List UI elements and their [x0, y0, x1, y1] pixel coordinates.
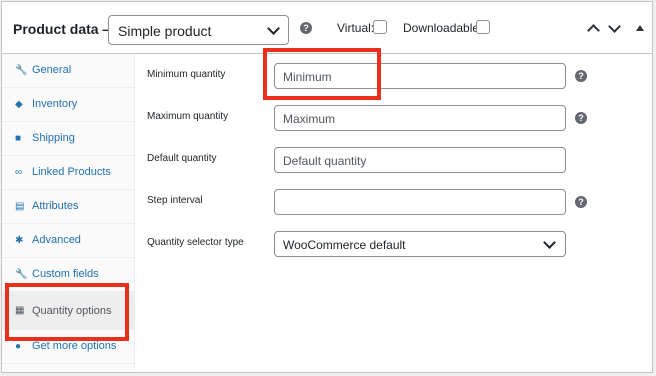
- maximum-quantity-input[interactable]: Maximum: [274, 105, 566, 131]
- tab-label: Custom fields: [32, 268, 99, 280]
- default-quantity-input[interactable]: Default quantity: [274, 147, 566, 173]
- default-quantity-label: Default quantity: [147, 153, 217, 164]
- downloadable-label: Downloadable:: [403, 21, 483, 35]
- tab-label: Attributes: [32, 200, 79, 212]
- tab-advanced[interactable]: ✱ Advanced: [2, 224, 134, 258]
- tab-general[interactable]: 🔧 General: [2, 54, 134, 88]
- default-quantity-placeholder: Default quantity: [283, 154, 367, 168]
- move-up-button[interactable]: [585, 21, 601, 37]
- minimum-quantity-label: Minimum quantity: [147, 69, 226, 80]
- quantity-selector-type-label: Quantity selector type: [147, 237, 244, 248]
- wrench-icon: 🔧: [15, 65, 28, 76]
- highlight-box-quantity-options: [5, 283, 129, 341]
- tab-label: General: [32, 64, 72, 76]
- chevron-down-icon: [543, 236, 556, 249]
- chevron-up-icon: [587, 24, 600, 37]
- step-interval-input[interactable]: [274, 189, 566, 215]
- truck-icon: ■: [15, 133, 22, 144]
- tag-icon: ◆: [15, 99, 23, 110]
- product-type-help-icon[interactable]: ?: [300, 22, 312, 34]
- link-icon: ∞: [15, 167, 23, 178]
- step-help-icon[interactable]: ?: [575, 196, 587, 208]
- tab-label: Inventory: [32, 98, 78, 110]
- chevron-down-icon: [267, 22, 280, 35]
- product-data-title: Product data —: [13, 21, 117, 37]
- wrench-icon: 🔧: [15, 269, 28, 280]
- tab-linked-products[interactable]: ∞ Linked Products: [2, 156, 134, 190]
- maximum-quantity-label: Maximum quantity: [147, 111, 229, 122]
- downloadable-checkbox[interactable]: [476, 20, 490, 34]
- tab-attributes[interactable]: ▤ Attributes: [2, 190, 134, 224]
- maximum-quantity-placeholder: Maximum: [283, 112, 336, 126]
- virtual-checkbox[interactable]: [373, 20, 387, 34]
- collapse-toggle-icon[interactable]: [636, 25, 644, 31]
- minimum-help-icon[interactable]: ?: [575, 70, 587, 82]
- tab-label: Advanced: [32, 234, 81, 246]
- highlight-box-minimum: [263, 48, 381, 100]
- product-data-header: Product data — Simple product ? Virtual:…: [2, 2, 652, 54]
- product-type-value: Simple product: [118, 23, 212, 39]
- virtual-label: Virtual:: [337, 21, 375, 35]
- maximum-help-icon[interactable]: ?: [575, 112, 587, 124]
- plug-icon: ●: [15, 341, 22, 352]
- tab-shipping[interactable]: ■ Shipping: [2, 122, 134, 156]
- gear-icon: ✱: [15, 235, 24, 246]
- tab-inventory[interactable]: ◆ Inventory: [2, 88, 134, 122]
- step-interval-label: Step interval: [147, 195, 203, 206]
- product-type-select[interactable]: Simple product: [108, 15, 289, 45]
- chevron-down-icon: [608, 20, 621, 33]
- quantity-selector-type-value: WooCommerce default: [283, 238, 406, 252]
- quantity-selector-type-select[interactable]: WooCommerce default: [274, 231, 566, 257]
- list-icon: ▤: [15, 201, 25, 212]
- tab-label: Shipping: [32, 132, 75, 144]
- tab-label: Linked Products: [32, 166, 111, 178]
- tab-label: Get more options: [32, 340, 117, 352]
- move-down-button[interactable]: [606, 20, 622, 37]
